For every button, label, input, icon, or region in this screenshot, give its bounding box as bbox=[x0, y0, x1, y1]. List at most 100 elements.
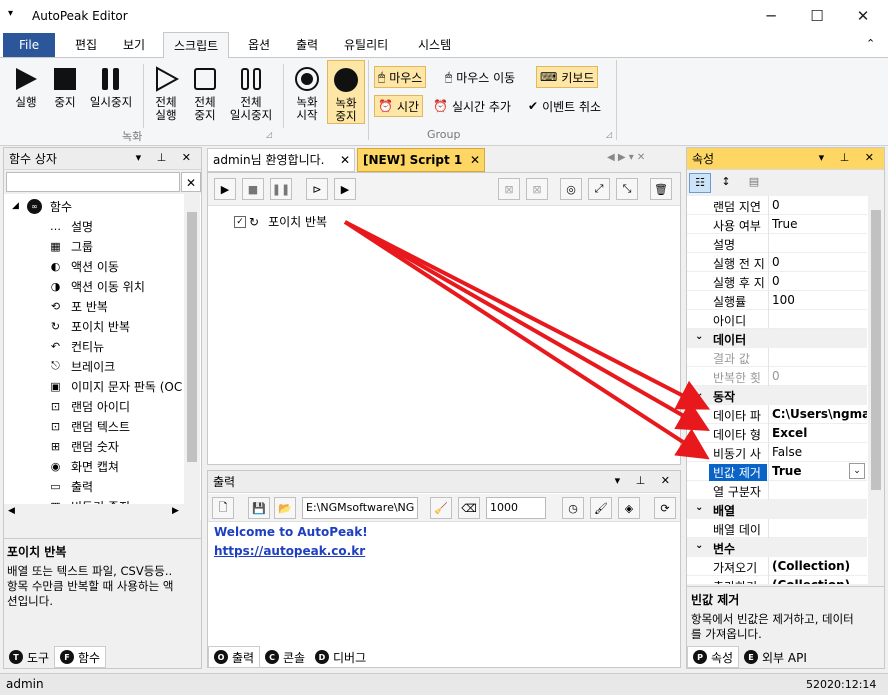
function-search-input[interactable] bbox=[6, 172, 180, 192]
tab-external-api[interactable]: E 외부 API bbox=[739, 646, 812, 668]
output-path-input[interactable]: E:\NGMsoftware\NG bbox=[302, 497, 418, 519]
property-row[interactable]: 실행률 100 bbox=[687, 291, 867, 310]
tab-functions[interactable]: F 함수 bbox=[54, 646, 107, 668]
property-pages-icon[interactable]: ▤ bbox=[743, 173, 765, 193]
property-row[interactable]: 비동기 사 False bbox=[687, 443, 867, 462]
realtime-add-button[interactable]: ⏰ 실시간 추가 bbox=[430, 95, 514, 117]
run-selected-icon[interactable]: ▶ bbox=[334, 178, 356, 200]
tree-scrollbar[interactable] bbox=[184, 194, 200, 520]
tree-item-screen-capture[interactable]: ◉ 화면 캡쳐 bbox=[48, 456, 119, 476]
system-menu-icon[interactable]: ▾ bbox=[8, 8, 13, 19]
tab-welcome[interactable]: admin님 환영합니다. ✕ bbox=[207, 148, 355, 172]
property-row[interactable]: 사용 여부 True bbox=[687, 215, 867, 234]
property-category-array[interactable]: ⌄ 배열 bbox=[687, 500, 867, 519]
eraser-icon[interactable]: ⌫ bbox=[458, 497, 480, 519]
tab-script1[interactable]: [NEW] Script 1 ✕ bbox=[357, 148, 485, 172]
property-row[interactable]: 결과 값 bbox=[687, 348, 867, 367]
property-row[interactable]: 실행 후 지0 bbox=[687, 272, 867, 291]
enable-icon[interactable]: ⊠ bbox=[526, 178, 548, 200]
clear-search-icon[interactable]: ✕ bbox=[181, 172, 201, 192]
tab-scroll-icons[interactable]: ◀ ▶ ▾ ✕ bbox=[607, 152, 645, 163]
property-row[interactable]: ⌄ 빈값 제거 True bbox=[687, 462, 867, 481]
save-icon[interactable]: 💾 bbox=[248, 497, 270, 519]
pause-all-button[interactable]: 전체 일시중지 bbox=[226, 64, 276, 122]
close-tab-icon[interactable]: ✕ bbox=[470, 149, 480, 171]
disable-icon[interactable]: ⊠ bbox=[498, 178, 520, 200]
collapse-icon[interactable]: ⌄ bbox=[695, 388, 703, 399]
tree-item-for-loop[interactable]: ⟲ 포 반복 bbox=[48, 296, 108, 316]
collapse-icon[interactable]: ⌄ bbox=[695, 540, 703, 551]
menu-options[interactable]: 옵션 bbox=[238, 32, 280, 58]
property-category-data[interactable]: ⌄ 데이터 bbox=[687, 329, 867, 348]
pause-icon[interactable]: ❚❚ bbox=[270, 178, 292, 200]
property-row[interactable]: 데이타 파 C:\Users\ngma bbox=[687, 405, 867, 424]
collapse-all-icon[interactable]: ⤡ bbox=[616, 178, 638, 200]
mouse-button[interactable]: 🖱 마우스 bbox=[374, 66, 427, 88]
dialog-launcher-icon[interactable]: ◿ bbox=[266, 130, 272, 139]
record-stop-button[interactable]: 녹화 중지 bbox=[327, 60, 365, 124]
script-node-foreach[interactable]: ✓ ↻ 포이치 반복 bbox=[234, 213, 327, 230]
property-category-action[interactable]: ⌄ 동작 bbox=[687, 386, 867, 405]
event-cancel-button[interactable]: ✔ 이벤트 취소 bbox=[525, 95, 604, 117]
panel-controls[interactable]: ▾ ⊥ ✕ bbox=[615, 474, 676, 487]
menu-output[interactable]: 출력 bbox=[286, 32, 328, 58]
tree-item-action-move[interactable]: ◐ 액션 이동 bbox=[48, 256, 119, 276]
categorized-icon[interactable]: ☷ bbox=[689, 173, 711, 193]
keyboard-button[interactable]: ⌨ 키보드 bbox=[536, 66, 599, 88]
stop-button[interactable]: 중지 bbox=[47, 64, 83, 109]
broom-icon[interactable]: 🧹 bbox=[430, 497, 452, 519]
property-row[interactable]: 가져오기 (Collection) bbox=[687, 557, 867, 576]
record-start-button[interactable]: 녹화 시작 bbox=[289, 64, 325, 122]
menu-file[interactable]: File bbox=[3, 33, 56, 57]
delete-icon[interactable]: 🗑 bbox=[650, 178, 672, 200]
brush-icon[interactable]: 🖌 bbox=[590, 497, 612, 519]
checkbox-icon[interactable]: ✓ bbox=[234, 215, 246, 228]
line-count-input[interactable]: 1000 bbox=[486, 497, 546, 519]
stop-all-button[interactable]: 전체 중지 bbox=[187, 64, 223, 122]
property-row[interactable]: 열 구분자 bbox=[687, 481, 867, 500]
scrollbar-thumb[interactable] bbox=[871, 210, 881, 490]
collapse-ribbon-icon[interactable]: ⌃ bbox=[866, 37, 875, 50]
run-button[interactable]: 실행 bbox=[8, 64, 44, 109]
new-file-icon[interactable]: 🗋 bbox=[212, 497, 234, 519]
tree-item-action-move-position[interactable]: ◑ 액션 이동 위치 bbox=[48, 276, 145, 296]
property-row[interactable]: 랜덤 지연 0 bbox=[687, 196, 867, 215]
output-link[interactable]: https://autopeak.co.kr bbox=[214, 544, 365, 558]
tree-item-group[interactable]: ▦ 그룹 bbox=[48, 236, 93, 256]
property-row[interactable]: 반복한 횟0 bbox=[687, 367, 867, 386]
tree-item-output[interactable]: ▭ 출력 bbox=[48, 476, 93, 496]
property-row[interactable]: 아이디 bbox=[687, 310, 867, 329]
collapse-icon[interactable]: ⌄ bbox=[695, 331, 703, 342]
maximize-button[interactable]: ☐ bbox=[794, 0, 840, 32]
time-button[interactable]: ⏰ 시간 bbox=[374, 95, 424, 117]
minimize-button[interactable]: ─ bbox=[748, 0, 794, 32]
menu-utility[interactable]: 유틸리티 bbox=[334, 32, 398, 58]
close-tab-icon[interactable]: ✕ bbox=[340, 149, 350, 171]
expand-icon[interactable]: ◢ bbox=[12, 201, 19, 211]
menu-view[interactable]: 보기 bbox=[113, 32, 155, 58]
paint-bucket-icon[interactable]: ◈ bbox=[618, 497, 640, 519]
property-row[interactable]: 실행 전 지0 bbox=[687, 253, 867, 272]
tree-item-random-id[interactable]: ⊡ 랜덤 아이디 bbox=[48, 396, 130, 416]
dialog-launcher-icon[interactable]: ◿ bbox=[606, 130, 612, 139]
tab-tools[interactable]: T 도구 bbox=[4, 646, 54, 668]
tree-item-break[interactable]: ⎋ 브레이크 bbox=[48, 356, 115, 376]
tree-item-description[interactable]: … 설명 bbox=[48, 216, 93, 236]
tree-root-functions[interactable]: ◢ ∞ 함수 bbox=[12, 196, 72, 216]
property-row[interactable]: 배열 데이 bbox=[687, 519, 867, 538]
play-icon[interactable]: ▶ bbox=[214, 178, 236, 200]
property-row[interactable]: 추가하기(Collection) bbox=[687, 576, 867, 584]
open-folder-icon[interactable]: 📂 bbox=[274, 497, 296, 519]
tab-debug[interactable]: D 디버그 bbox=[310, 646, 371, 668]
tree-item-random-number[interactable]: ⊞ 랜덤 숫자 bbox=[48, 436, 119, 456]
tree-item-random-text[interactable]: ⊡ 랜덤 텍스트 bbox=[48, 416, 130, 436]
tree-item-foreach-loop[interactable]: ↻ 포이치 반복 bbox=[48, 316, 130, 336]
menu-system[interactable]: 시스템 bbox=[408, 32, 461, 58]
pause-button[interactable]: 일시중지 bbox=[86, 64, 136, 109]
panel-controls[interactable]: ▾ ⊥ ✕ bbox=[136, 151, 197, 164]
tab-output[interactable]: O 출력 bbox=[208, 646, 261, 668]
close-button[interactable]: ✕ bbox=[840, 0, 886, 32]
stop-icon[interactable]: ■ bbox=[242, 178, 264, 200]
tab-console[interactable]: C 콘솔 bbox=[260, 646, 310, 668]
menu-script[interactable]: 스크립트 bbox=[163, 32, 230, 59]
